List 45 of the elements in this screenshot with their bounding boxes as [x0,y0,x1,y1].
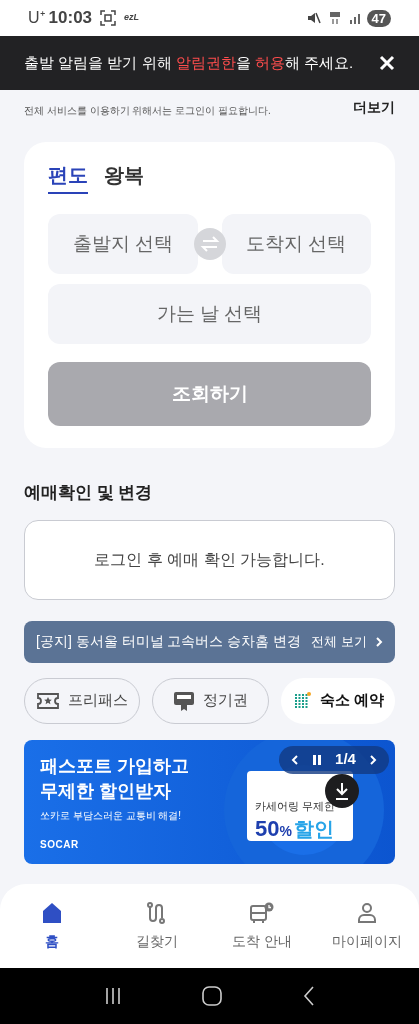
ad-title: 패스포트 가입하고 무제한 할인받자 [40,754,190,803]
bus-clock-icon [248,900,275,925]
banner-message: 출발 알림을 받기 위해 알림권한을 허용해 주세요. [24,52,354,73]
login-hint: 전체 서비스를 이용하기 위해서는 로그인이 필요합니다. [24,104,271,118]
reservation-message: 로그인 후 예매 확인 가능합니다. [94,549,325,570]
view-all-link[interactable]: 전체 보기 [311,631,367,652]
nav-tab[interactable]: 길찾기 [104,900,210,952]
shortcut-chip[interactable]: 숙소 예약 [280,677,395,724]
ad-subtitle: 쏘카로 부담스러운 교통비 해결! [40,808,183,823]
clock: 10:03 [48,7,93,30]
trip-tab[interactable]: 왕복 [104,160,144,194]
notice-bar[interactable]: [공지] 동서울 터미널 고속버스 승차홈 변경 전체 보기 [24,620,395,663]
recent-apps-icon[interactable] [104,987,123,1005]
card-caption: 카세어링 무제한 [255,798,337,814]
discount-amount: 50 [255,816,280,842]
date-field[interactable]: 가는 날 선택 [48,284,371,344]
chevron-right-icon [375,635,383,648]
app-label: ezL [124,11,140,25]
pass-card-icon [173,689,195,712]
brand-logo: SOCAR [40,837,80,852]
nav-tab[interactable]: 도착 안내 [209,900,315,952]
ticket-star-icon [36,691,61,710]
close-icon[interactable] [379,55,395,71]
nav-tab[interactable]: 마이페이지 [314,900,419,952]
carrier-label: U⁺ [28,8,45,28]
back-icon[interactable] [302,986,315,1006]
nav-tab[interactable]: 홈 [0,900,105,952]
departure-field[interactable]: 출발지 선택 [48,214,198,274]
section-title: 예매확인 및 변경 [24,482,154,504]
signal-icon [348,12,363,24]
percent-sign: % [279,823,292,841]
home-button-icon[interactable] [202,986,223,1006]
pause-icon[interactable] [312,753,323,766]
arrival-field[interactable]: 도착지 선택 [221,214,371,274]
screenshot-icon [100,10,117,26]
discount-word: 할인 [293,817,334,842]
battery-indicator: 47 [366,9,391,27]
chevron-right-icon[interactable] [369,753,377,766]
chevron-left-icon[interactable] [291,753,299,766]
more-link[interactable]: 더보기 [353,97,395,118]
notice-text: [공지] 동서울 터미널 고속버스 승차홈 변경 [36,632,302,651]
page-counter: 1/4 [335,749,356,770]
mute-icon [306,11,321,25]
ad-banner[interactable]: 패스포트 가입하고 무제한 할인받자 쏘카로 부담스러운 교통비 해결! SOCAR 카세어링 무제한 50%할인 1/4 [24,739,395,864]
trip-tab[interactable]: 편도 [48,160,88,194]
